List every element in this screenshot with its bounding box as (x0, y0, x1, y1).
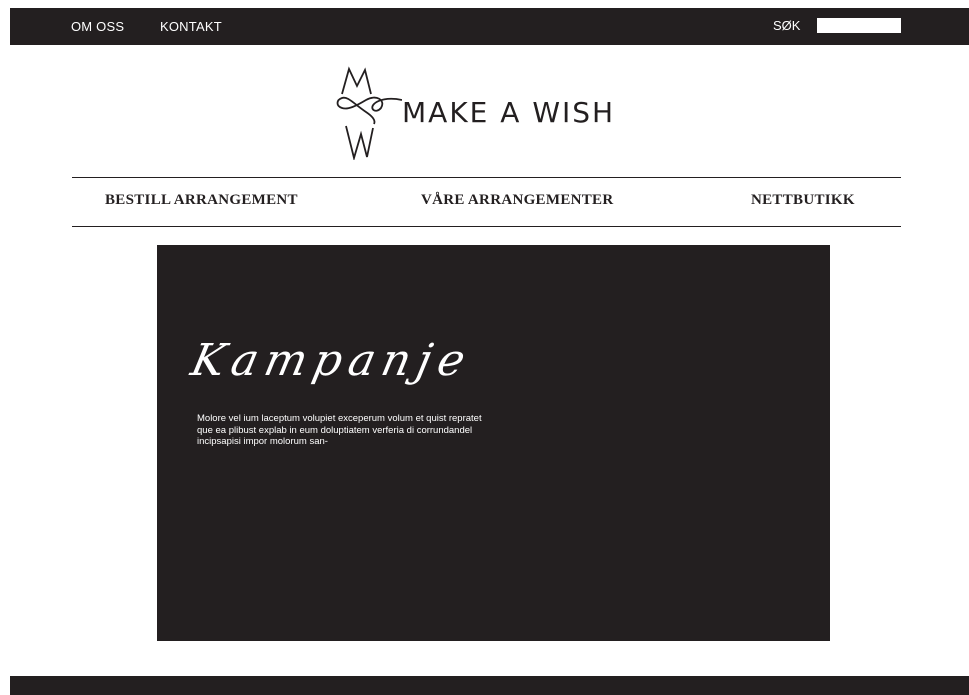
logo-wordmark[interactable]: MAKE A WISH (402, 96, 615, 129)
nav-top-divider (72, 177, 901, 178)
top-bar: OM OSS KONTAKT SØK (10, 8, 969, 45)
hero-body-text: Molore vel ium laceptum volupiet exceper… (197, 413, 482, 447)
footer-bar (10, 676, 969, 695)
nav-nettbutikk[interactable]: NETTBUTIKK (751, 192, 855, 209)
nav-bottom-divider (72, 226, 901, 227)
svg-text:Kampanje: Kampanje (187, 335, 477, 385)
nav-link-om-oss[interactable]: OM OSS (71, 19, 124, 34)
nav-bestill-arrangement[interactable]: BESTILL ARRANGEMENT (105, 192, 298, 209)
hero-heading: Kampanje (187, 335, 477, 385)
nav-link-kontakt[interactable]: KONTAKT (160, 19, 222, 34)
search-input[interactable] (817, 18, 901, 33)
search-label: SØK (773, 18, 801, 33)
nav-vare-arrangementer[interactable]: VÅRE ARRANGEMENTER (421, 192, 614, 209)
campaign-hero[interactable]: Kampanje Molore vel ium laceptum volupie… (157, 245, 830, 641)
mw-monogram-icon[interactable] (336, 64, 403, 165)
